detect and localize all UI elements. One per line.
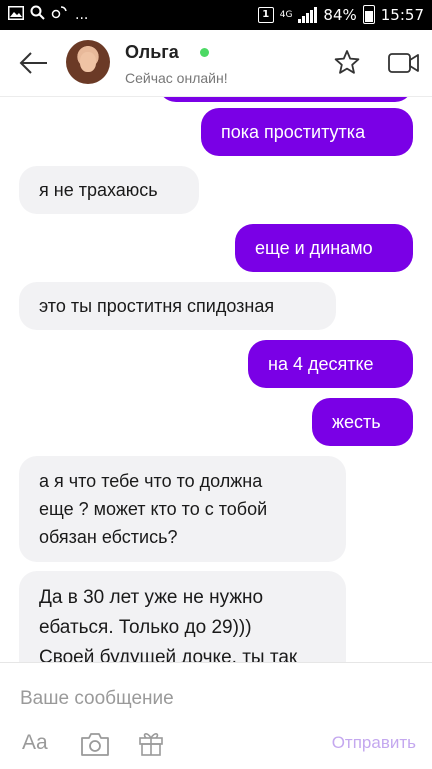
temperature-icon	[51, 5, 69, 25]
message-bubble-outgoing[interactable]: пока проститутка	[201, 108, 413, 156]
battery-percent: 84%	[323, 5, 357, 24]
more-notifications-icon: ...	[75, 7, 89, 23]
message-text-line: обязан ебстись?	[39, 527, 178, 547]
contact-name[interactable]: Ольга	[125, 42, 179, 63]
search-icon	[30, 5, 45, 25]
message-text: я не трахаюсь	[39, 180, 158, 200]
message-composer: Aa Отправить	[0, 662, 432, 769]
video-call-button[interactable]	[388, 52, 420, 74]
message-text: пока проститутка	[221, 122, 366, 142]
message-bubble-outgoing[interactable]: еще и динамо	[235, 224, 413, 272]
favorite-button[interactable]	[333, 48, 361, 76]
star-icon	[334, 50, 360, 74]
message-input[interactable]	[18, 683, 402, 715]
network-type: 4G	[279, 9, 293, 20]
message-text: жесть	[332, 412, 381, 432]
message-text-line: Да в 30 лет уже не нужно	[39, 587, 264, 608]
message-text: на 4 десятке	[268, 354, 374, 374]
image-icon	[8, 5, 24, 25]
message-bubble-incoming[interactable]: я не трахаюсь	[19, 166, 199, 214]
signal-icon	[298, 6, 318, 23]
back-button[interactable]	[18, 48, 50, 78]
gift-icon	[139, 733, 163, 756]
arrow-left-icon	[19, 52, 47, 74]
message-bubble-outgoing[interactable]: жесть	[312, 398, 413, 446]
sim-badge: 1	[257, 6, 274, 23]
message-text-line: а я что тебе что то должна	[39, 471, 263, 491]
text-format-button[interactable]: Aa	[22, 731, 48, 755]
online-indicator	[200, 48, 209, 57]
gift-button[interactable]	[138, 729, 164, 757]
battery-icon	[362, 5, 375, 24]
message-list[interactable]: пока проститутка я не трахаюсь еще и дин…	[0, 96, 432, 662]
message-bubble-incoming[interactable]: Да в 30 лет уже не нужно ебаться. Только…	[19, 571, 346, 662]
camera-button[interactable]	[80, 731, 110, 757]
send-button[interactable]: Отправить	[332, 733, 416, 753]
message-bubble-incoming[interactable]: это ты проститня спидозная	[19, 282, 336, 330]
message-text-line: еще ? может кто то с тобой	[39, 499, 268, 519]
avatar[interactable]	[66, 40, 110, 84]
message-text-line: ебаться. Только до 29)))	[39, 617, 252, 638]
clock: 15:57	[380, 5, 424, 24]
message-text: еще и динамо	[255, 238, 373, 258]
status-bar: ... 1 4G 84% 15:57	[0, 0, 432, 30]
message-text-line: Своей будущей дочке, ты так	[39, 647, 298, 662]
camera-icon	[81, 733, 109, 756]
message-text: это ты проститня спидозная	[39, 296, 275, 316]
video-camera-icon	[388, 53, 419, 73]
contact-status: Сейчас онлайн!	[125, 70, 228, 86]
message-bubble-outgoing[interactable]: на 4 десятке	[248, 340, 413, 388]
chat-header: Ольга Сейчас онлайн!	[0, 30, 432, 97]
message-bubble-incoming[interactable]: а я что тебе что то должна еще ? может к…	[19, 456, 346, 562]
